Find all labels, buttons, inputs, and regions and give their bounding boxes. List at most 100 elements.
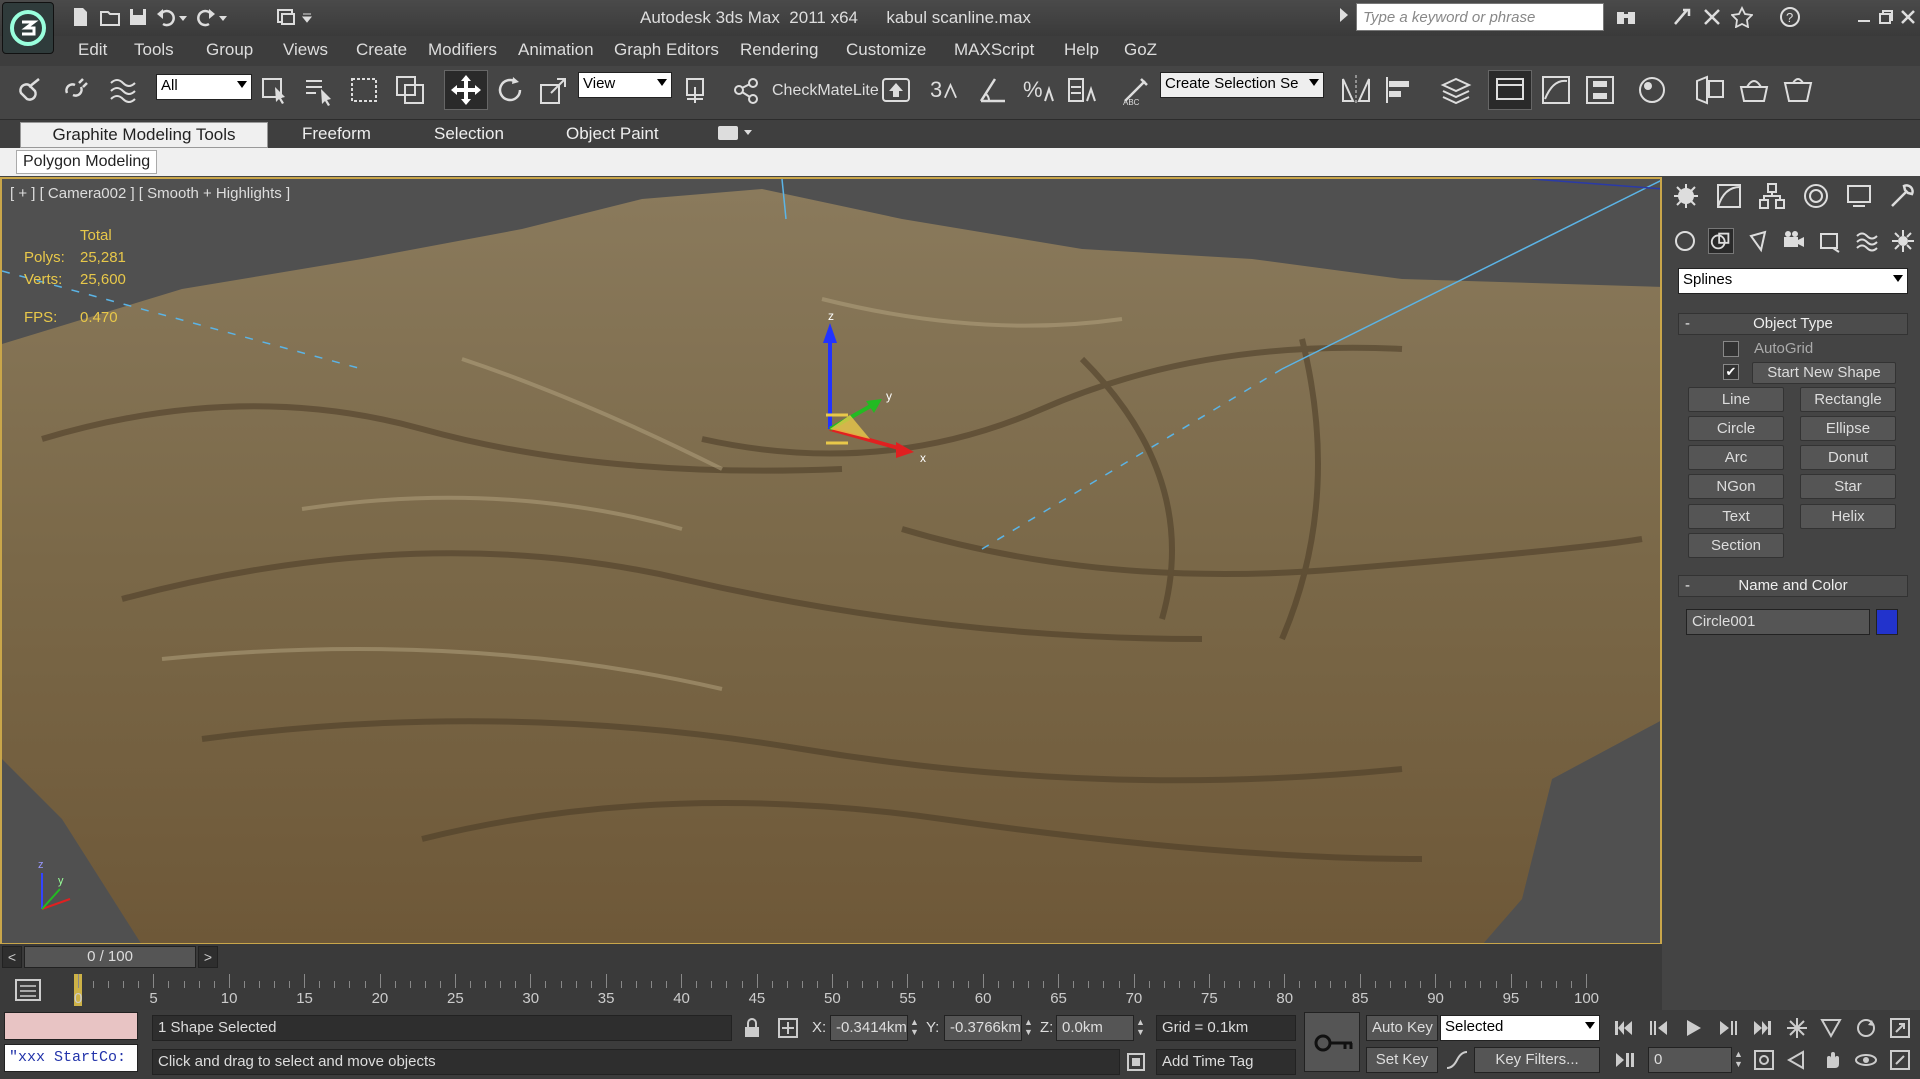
x-coordinate-input[interactable]: -0.3414km xyxy=(830,1015,908,1041)
menu-edit[interactable]: Edit xyxy=(78,40,107,60)
undo-dropdown-icon[interactable] xyxy=(176,4,190,30)
current-frame-input[interactable]: 0 xyxy=(1648,1047,1732,1073)
pan-view-icon[interactable] xyxy=(1820,1048,1844,1074)
time-configuration-icon[interactable] xyxy=(1752,1048,1776,1074)
rectangle-button[interactable]: Rectangle xyxy=(1800,387,1896,412)
key-filters-button[interactable]: Key Filters... xyxy=(1474,1047,1600,1073)
menu-tools[interactable]: Tools xyxy=(134,40,174,60)
y-coordinate-input[interactable]: -0.3766km xyxy=(944,1015,1022,1041)
menu-maxscript[interactable]: MAXScript xyxy=(954,40,1034,60)
add-time-tag-field[interactable]: Add Time Tag xyxy=(1156,1049,1296,1075)
subscription-center-icon[interactable] xyxy=(1668,4,1696,30)
select-by-name-icon[interactable] xyxy=(298,70,338,110)
object-name-input[interactable]: Circle001 xyxy=(1686,609,1870,635)
orbit-subobject-icon[interactable] xyxy=(1854,1048,1878,1074)
menu-create[interactable]: Create xyxy=(356,40,407,60)
reference-coordinate-dropdown[interactable]: View xyxy=(578,72,672,98)
star-button[interactable]: Star xyxy=(1800,474,1896,499)
selection-filter-dropdown[interactable]: All xyxy=(156,74,252,100)
menu-animation[interactable]: Animation xyxy=(518,40,594,60)
align-icon[interactable] xyxy=(1380,70,1420,110)
search-input[interactable]: Type a keyword or phrase xyxy=(1356,3,1604,31)
communication-center-icon[interactable] xyxy=(1698,4,1726,30)
graphite-modeling-tools-toggle-icon[interactable] xyxy=(1488,70,1532,110)
new-file-icon[interactable] xyxy=(66,4,94,30)
window-crossing-icon[interactable] xyxy=(390,70,430,110)
object-color-swatch[interactable] xyxy=(1876,609,1898,635)
arc-button[interactable]: Arc xyxy=(1688,445,1784,470)
render-production-icon[interactable] xyxy=(1778,70,1818,110)
select-object-icon[interactable] xyxy=(254,70,294,110)
maxscript-listener-pink[interactable] xyxy=(4,1012,138,1040)
time-tag-icon[interactable] xyxy=(1124,1050,1148,1074)
ellipse-button[interactable]: Ellipse xyxy=(1800,416,1896,441)
mirror-icon[interactable] xyxy=(1336,70,1376,110)
zoom-extents-all-icon[interactable] xyxy=(1785,1016,1809,1042)
menu-goz[interactable]: GoZ xyxy=(1124,40,1157,60)
render-setup-icon[interactable] xyxy=(1690,70,1730,110)
spinner-snap-toggle-icon[interactable] xyxy=(1062,70,1102,110)
open-file-icon[interactable] xyxy=(96,4,124,30)
menu-group[interactable]: Group xyxy=(206,40,253,60)
layer-manager-icon[interactable] xyxy=(1436,70,1476,110)
tab-selection[interactable]: Selection xyxy=(424,122,514,148)
menu-graph-editors[interactable]: Graph Editors xyxy=(614,40,719,60)
curve-editor-icon[interactable] xyxy=(1536,70,1576,110)
section-button[interactable]: Section xyxy=(1688,533,1784,558)
menu-help[interactable]: Help xyxy=(1064,40,1099,60)
hierarchy-tab-icon[interactable] xyxy=(1758,182,1786,210)
named-selection-sets-dropdown[interactable]: Create Selection Se xyxy=(1160,72,1324,98)
tab-freeform[interactable]: Freeform xyxy=(292,122,381,148)
motion-tab-icon[interactable] xyxy=(1802,182,1830,210)
save-file-icon[interactable] xyxy=(124,4,152,30)
previous-frame-icon[interactable] xyxy=(1647,1016,1671,1042)
space-warps-category-icon[interactable] xyxy=(1854,228,1880,254)
snaps-toggle-icon[interactable]: 3 xyxy=(930,70,970,110)
z-spinner-icon[interactable]: ▲ ▼ xyxy=(1136,1017,1146,1039)
systems-category-icon[interactable] xyxy=(1890,228,1916,254)
select-and-link-icon[interactable] xyxy=(12,70,52,110)
x-spinner-icon[interactable]: ▲ ▼ xyxy=(910,1017,920,1039)
menu-rendering[interactable]: Rendering xyxy=(740,40,818,60)
orbit-camera-icon[interactable] xyxy=(1854,1016,1878,1042)
autogrid-checkbox[interactable] xyxy=(1723,341,1739,357)
binoculars-icon[interactable] xyxy=(1612,4,1640,30)
shape-category-dropdown[interactable]: Splines xyxy=(1678,268,1908,294)
percent-snap-toggle-icon[interactable]: % xyxy=(1018,70,1058,110)
unlink-selection-icon[interactable] xyxy=(58,70,98,110)
z-coordinate-input[interactable]: 0.0km xyxy=(1056,1015,1134,1041)
checkmate-label[interactable]: CheckMateLite xyxy=(772,82,879,100)
create-tab-icon[interactable] xyxy=(1672,182,1700,210)
select-and-scale-icon[interactable] xyxy=(534,70,574,110)
tab-graphite-modeling-tools[interactable]: Graphite Modeling Tools xyxy=(20,122,268,148)
key-mode-toggle-icon[interactable] xyxy=(1612,1048,1638,1072)
quick-access-dropdown-icon[interactable] xyxy=(300,4,314,30)
rollout-object-type[interactable]: - Object Type xyxy=(1678,313,1908,335)
keyboard-shortcut-override-icon[interactable] xyxy=(876,70,916,110)
dolly-camera-icon[interactable] xyxy=(1786,1048,1810,1074)
rendered-frame-window-icon[interactable] xyxy=(1734,70,1774,110)
bind-to-space-warp-icon[interactable] xyxy=(104,70,144,110)
help-icon[interactable]: ? xyxy=(1776,4,1804,30)
track-bar[interactable]: 0 5 10 15 20 25 30 35 40 45 50 55 60 65 70 75 80 85 90 95 10… xyxy=(0,970,1662,1010)
shapes-category-icon[interactable] xyxy=(1708,228,1735,254)
select-and-move-icon[interactable] xyxy=(444,70,488,110)
go-to-end-icon[interactable] xyxy=(1750,1016,1774,1042)
material-editor-icon[interactable] xyxy=(1632,70,1672,110)
ribbon-minimize-icon[interactable] xyxy=(718,126,738,140)
start-new-shape-checkbox[interactable]: ✔ xyxy=(1723,364,1739,380)
select-and-manipulate-icon[interactable] xyxy=(728,70,764,110)
application-menu-button[interactable] xyxy=(2,2,54,54)
camera-viewport[interactable]: [ + ] [ Camera002 ] [ Smooth + Highlight… xyxy=(0,177,1662,945)
play-icon[interactable] xyxy=(1681,1016,1705,1042)
line-button[interactable]: Line xyxy=(1688,387,1784,412)
maxscript-listener-input[interactable]: "xxx StartCo: xyxy=(4,1044,138,1072)
text-button[interactable]: Text xyxy=(1688,504,1784,529)
helix-button[interactable]: Helix xyxy=(1800,504,1896,529)
schematic-view-icon[interactable] xyxy=(1580,70,1620,110)
menu-customize[interactable]: Customize xyxy=(846,40,926,60)
frame-spinner-icon[interactable]: ▲ ▼ xyxy=(1734,1049,1744,1071)
selection-lock-toggle-icon[interactable] xyxy=(740,1016,764,1040)
viewport-label-menu[interactable]: [ + ] [ Camera002 ] [ Smooth + Highlight… xyxy=(10,185,290,202)
y-spinner-icon[interactable]: ▲ ▼ xyxy=(1024,1017,1034,1039)
